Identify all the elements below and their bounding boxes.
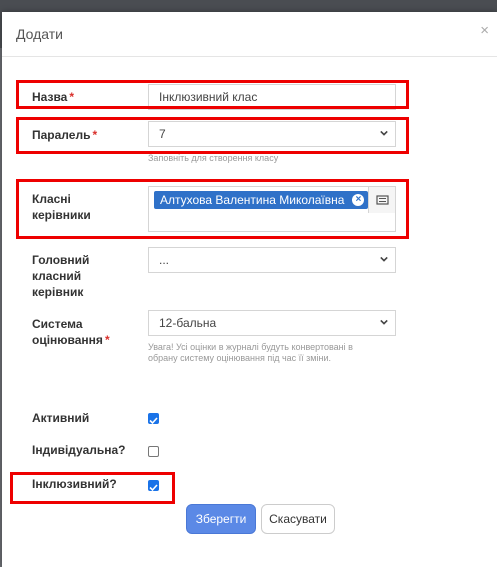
head-teacher-select[interactable]: ...	[148, 247, 396, 273]
grading-label: Система оцінювання *	[32, 316, 110, 348]
checkmark-icon	[149, 417, 158, 425]
grading-hint: Увага! Усі оцінки в журналі будуть конве…	[148, 342, 353, 364]
teacher-tag-label: Алтухова Валентина Миколаївна	[160, 193, 345, 207]
checkmark-icon	[149, 484, 158, 492]
parallel-select-value: 7	[159, 127, 166, 141]
class-teachers-label: Класні керівники	[32, 191, 91, 223]
head-teacher-label-line2: класний	[32, 269, 82, 283]
class-teachers-multiselect[interactable]: Алтухова Валентина Миколаївна ×	[148, 186, 396, 232]
head-teacher-label-line3: керівник	[32, 285, 84, 299]
inclusive-label: Інклюзивний?	[32, 477, 117, 491]
close-icon[interactable]: ×	[480, 22, 489, 39]
open-list-button[interactable]	[368, 187, 395, 213]
individual-checkbox[interactable]	[148, 446, 159, 457]
chevron-down-icon	[380, 256, 388, 262]
required-mark: *	[104, 333, 110, 347]
individual-label: Індивідуальна?	[32, 443, 126, 457]
selected-teacher-tag: Алтухова Валентина Миколаївна ×	[154, 191, 369, 209]
name-label-text: Назва	[32, 90, 68, 104]
dialog-title: Додати	[16, 26, 63, 42]
grading-label-line2: оцінювання	[32, 333, 103, 347]
chevron-down-icon	[380, 319, 388, 325]
grading-select-value: 12-бальна	[159, 316, 217, 330]
head-teacher-label-line1: Головний	[32, 253, 90, 267]
chevron-down-icon	[380, 130, 388, 136]
active-label: Активний	[32, 411, 90, 425]
save-button[interactable]: Зберегти	[186, 504, 256, 534]
active-checkbox[interactable]	[148, 413, 159, 425]
remove-tag-icon[interactable]: ×	[352, 194, 365, 206]
inclusive-checkbox[interactable]	[148, 480, 159, 492]
grading-hint-line1: Увага! Усі оцінки в журналі будуть конве…	[148, 342, 353, 352]
parallel-label-text: Паралель	[32, 128, 91, 142]
grading-label-line1: Система	[32, 317, 83, 331]
parallel-select[interactable]: 7	[148, 121, 396, 147]
parallel-label: Паралель *	[32, 127, 97, 143]
required-mark: *	[92, 128, 98, 142]
class-teachers-label-line1: Класні	[32, 192, 71, 206]
list-icon	[376, 195, 389, 205]
required-mark: *	[69, 90, 75, 104]
head-teacher-label: Головний класний керівник	[32, 252, 89, 300]
parallel-hint: Заповніть для створення класу	[148, 153, 279, 163]
dialog-header: Додати ×	[2, 12, 497, 57]
name-input[interactable]: Інклюзивний клас	[148, 84, 396, 110]
class-teachers-label-line2: керівники	[32, 208, 91, 222]
name-label: Назва *	[32, 89, 74, 105]
grading-hint-line2: обрану систему оцінювання під час її змі…	[148, 353, 331, 363]
head-teacher-select-value: ...	[159, 253, 170, 267]
add-class-dialog: Додати × Назва * Інклюзивний клас Паралел…	[2, 12, 497, 567]
grading-select[interactable]: 12-бальна	[148, 310, 396, 336]
cancel-button[interactable]: Скасувати	[261, 504, 335, 534]
